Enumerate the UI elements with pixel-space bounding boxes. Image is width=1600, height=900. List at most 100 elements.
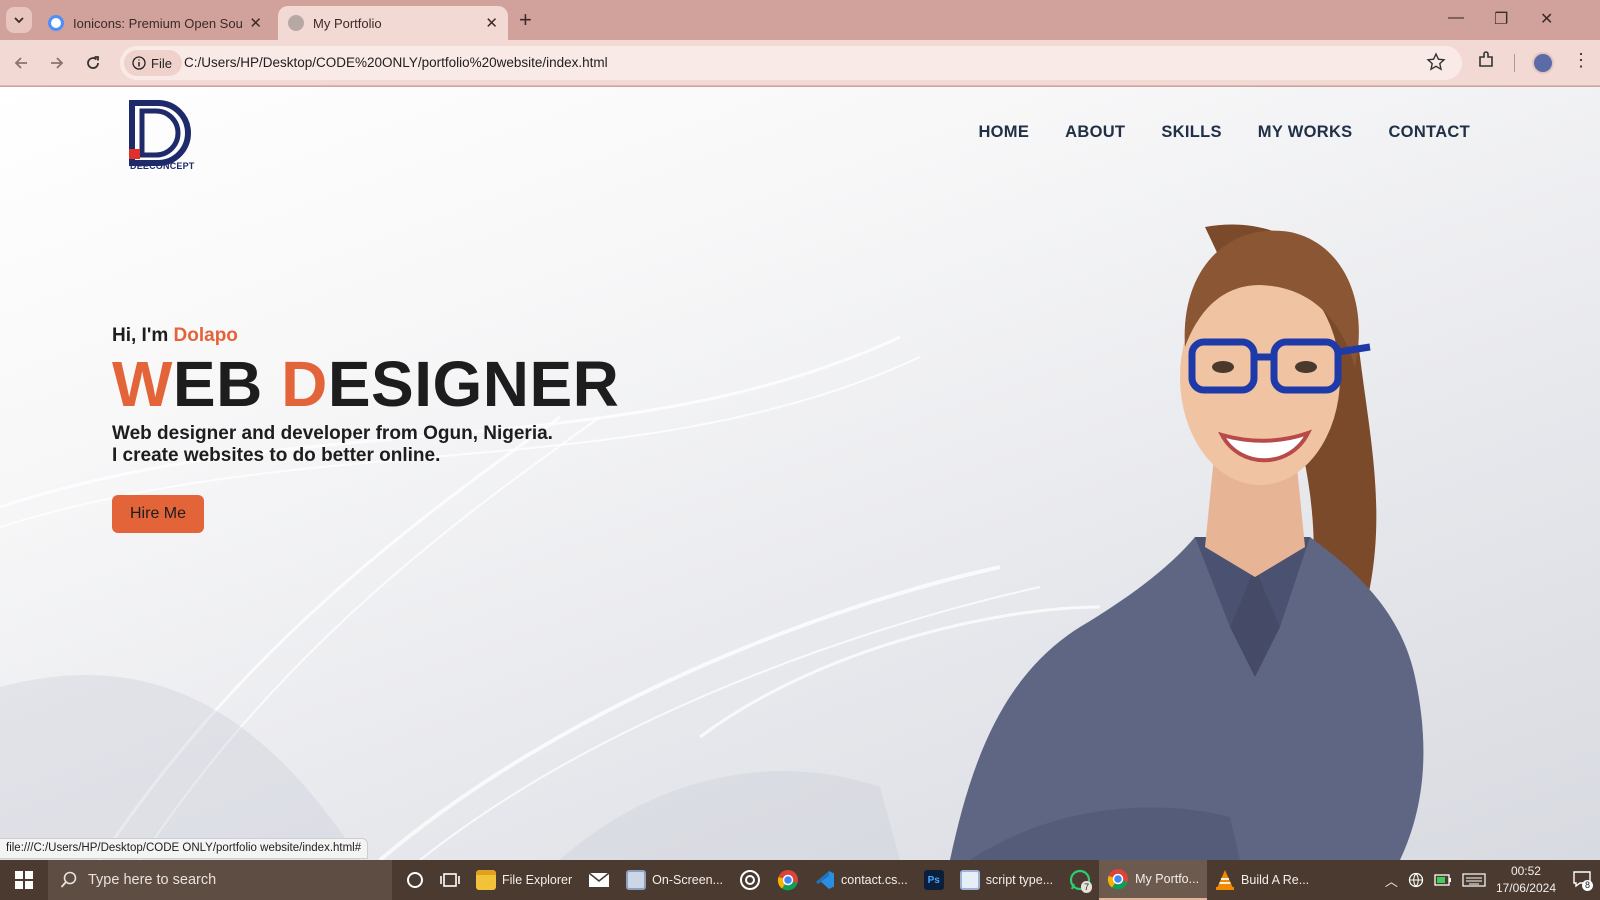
browser-toolbar: File C:/Users/HP/Desktop/CODE%20ONLY/por…	[0, 40, 1600, 86]
greeting-name: Dolapo	[173, 325, 238, 346]
forward-button[interactable]	[44, 50, 70, 76]
hero-tagline: Web designer and developer from Ogun, Ni…	[112, 423, 619, 467]
taskbar-app-word[interactable]: script type...	[952, 860, 1061, 900]
battery-icon[interactable]	[1434, 873, 1452, 887]
task-view-icon	[440, 873, 460, 887]
menu-dots-icon[interactable]: ⋮	[1572, 51, 1590, 69]
globe-favicon-icon	[288, 15, 304, 31]
hero-section: Hi, I'm Dolapo WEB DESIGNER Web designer…	[112, 325, 619, 533]
tab-title: My Portfolio	[313, 15, 382, 31]
close-window-icon[interactable]: ✕	[1540, 9, 1553, 29]
onscreen-keyboard-icon	[626, 870, 647, 890]
status-url-bar: file:///C:/Users/HP/Desktop/CODE ONLY/po…	[0, 838, 369, 859]
tagline-line-1: Web designer and developer from Ogun, Ni…	[112, 423, 553, 444]
globe-icon[interactable]	[1408, 872, 1424, 888]
tab-my-portfolio[interactable]: My Portfolio ✕	[278, 6, 508, 40]
site-info-chip[interactable]: File	[124, 50, 182, 76]
search-placeholder: Type here to search	[88, 872, 217, 888]
taskbar-search[interactable]: Type here to search	[48, 860, 392, 900]
whatsapp-badge: 7	[1081, 881, 1093, 893]
photoshop-icon: Ps	[923, 870, 944, 890]
taskbar-app-whatsapp[interactable]: 7	[1061, 860, 1099, 900]
clock[interactable]: 00:52 17/06/2024	[1496, 863, 1556, 897]
nav-contact[interactable]: CONTACT	[1388, 123, 1470, 142]
taskbar-app-onscreen-keyboard[interactable]: On-Screen...	[618, 860, 731, 900]
ionicons-favicon-icon	[48, 15, 64, 31]
minimize-icon[interactable]: —	[1448, 9, 1464, 27]
info-icon	[132, 56, 146, 70]
tab-search-button[interactable]	[6, 7, 32, 33]
close-tab-icon[interactable]: ✕	[485, 14, 498, 32]
vlc-icon	[1216, 870, 1235, 890]
cortana-circle-icon	[407, 872, 423, 888]
taskbar-app-target[interactable]	[731, 860, 769, 900]
taskbar-app-label: My Portfo...	[1135, 872, 1200, 886]
chip-label: File	[151, 55, 172, 71]
tab-strip: Ionicons: Premium Open Source ✕ My Portf…	[0, 0, 1600, 40]
file-explorer-icon	[476, 870, 496, 890]
clock-time: 00:52	[1510, 864, 1541, 878]
logo-wordmark: DEECONCEPT	[130, 161, 195, 171]
nav-home[interactable]: HOME	[978, 123, 1029, 142]
taskbar-app-label: File Explorer	[502, 873, 573, 887]
cortana-button[interactable]	[398, 860, 432, 900]
system-tray: ︿ 00:52 17/06/2024 8	[1385, 860, 1600, 900]
taskbar-app-chrome-portfolio[interactable]: My Portfo...	[1099, 860, 1208, 900]
headline-w: W	[112, 348, 173, 420]
mail-icon	[588, 872, 610, 887]
taskbar-app-vlc[interactable]: Build A Re...	[1207, 860, 1317, 900]
new-tab-button[interactable]: +	[519, 8, 532, 32]
chrome-icon	[1108, 869, 1129, 890]
tab-ionicons[interactable]: Ionicons: Premium Open Source ✕	[38, 6, 272, 40]
restore-icon[interactable]: ❐	[1494, 9, 1508, 29]
clock-date: 17/06/2024	[1495, 881, 1556, 895]
arrow-left-icon	[14, 57, 27, 69]
extensions-icon[interactable]	[1476, 50, 1496, 75]
profile-avatar[interactable]	[1532, 52, 1554, 74]
toolbar-divider	[1514, 54, 1515, 72]
windows-logo-icon	[15, 871, 33, 889]
notifications-button[interactable]: 8	[1572, 870, 1594, 891]
windows-taskbar: Type here to search File Explorer On-Scr…	[0, 860, 1600, 900]
taskbar-app-chrome[interactable]	[769, 860, 807, 900]
greeting: Hi, I'm Dolapo	[112, 325, 619, 347]
taskbar-app-photoshop[interactable]: Ps	[916, 860, 952, 900]
vscode-icon	[816, 871, 835, 889]
search-icon	[60, 871, 77, 888]
profile-photo	[950, 224, 1424, 860]
address-bar[interactable]: File C:/Users/HP/Desktop/CODE%20ONLY/por…	[120, 46, 1462, 80]
main-nav: HOME ABOUT SKILLS MY WORKS CONTACT	[978, 123, 1470, 142]
greeting-prefix: Hi, I'm	[112, 325, 174, 346]
chevron-up-icon[interactable]: ︿	[1385, 871, 1398, 890]
taskbar-app-label: script type...	[985, 873, 1054, 887]
nav-my-works[interactable]: MY WORKS	[1258, 123, 1353, 142]
back-button[interactable]	[8, 50, 34, 76]
bookmark-star-icon[interactable]	[1426, 52, 1446, 77]
hire-me-button[interactable]: Hire Me	[112, 495, 205, 533]
taskbar-app-vscode[interactable]: contact.cs...	[807, 860, 916, 900]
notification-badge: 8	[1582, 879, 1594, 891]
tagline-line-2: I create websites to do better online.	[112, 445, 441, 466]
headline-esigner: ESIGNER	[327, 348, 620, 420]
tab-title: Ionicons: Premium Open Source	[73, 15, 244, 31]
start-button[interactable]	[0, 860, 48, 900]
close-tab-icon[interactable]: ✕	[249, 14, 262, 32]
taskbar-app-label: On-Screen...	[652, 873, 724, 887]
reload-button[interactable]	[80, 50, 106, 76]
hero-headline: WEB DESIGNER	[112, 351, 619, 417]
nav-about[interactable]: ABOUT	[1065, 123, 1125, 142]
chrome-icon	[777, 870, 799, 891]
headline-d: D	[281, 348, 328, 420]
url-text[interactable]: C:/Users/HP/Desktop/CODE%20ONLY/portfoli…	[184, 55, 608, 70]
reload-icon	[87, 56, 99, 69]
taskbar-app-file-explorer[interactable]: File Explorer	[468, 860, 580, 900]
taskbar-app-label: Build A Re...	[1241, 873, 1310, 887]
nav-skills[interactable]: SKILLS	[1161, 123, 1221, 142]
arrow-right-icon	[51, 57, 64, 69]
task-view-button[interactable]	[432, 860, 468, 900]
chevron-down-icon	[14, 17, 24, 24]
taskbar-app-label: contact.cs...	[841, 873, 908, 887]
keyboard-icon[interactable]	[1462, 873, 1486, 887]
target-app-icon	[740, 870, 761, 890]
taskbar-app-mail[interactable]	[580, 860, 618, 900]
